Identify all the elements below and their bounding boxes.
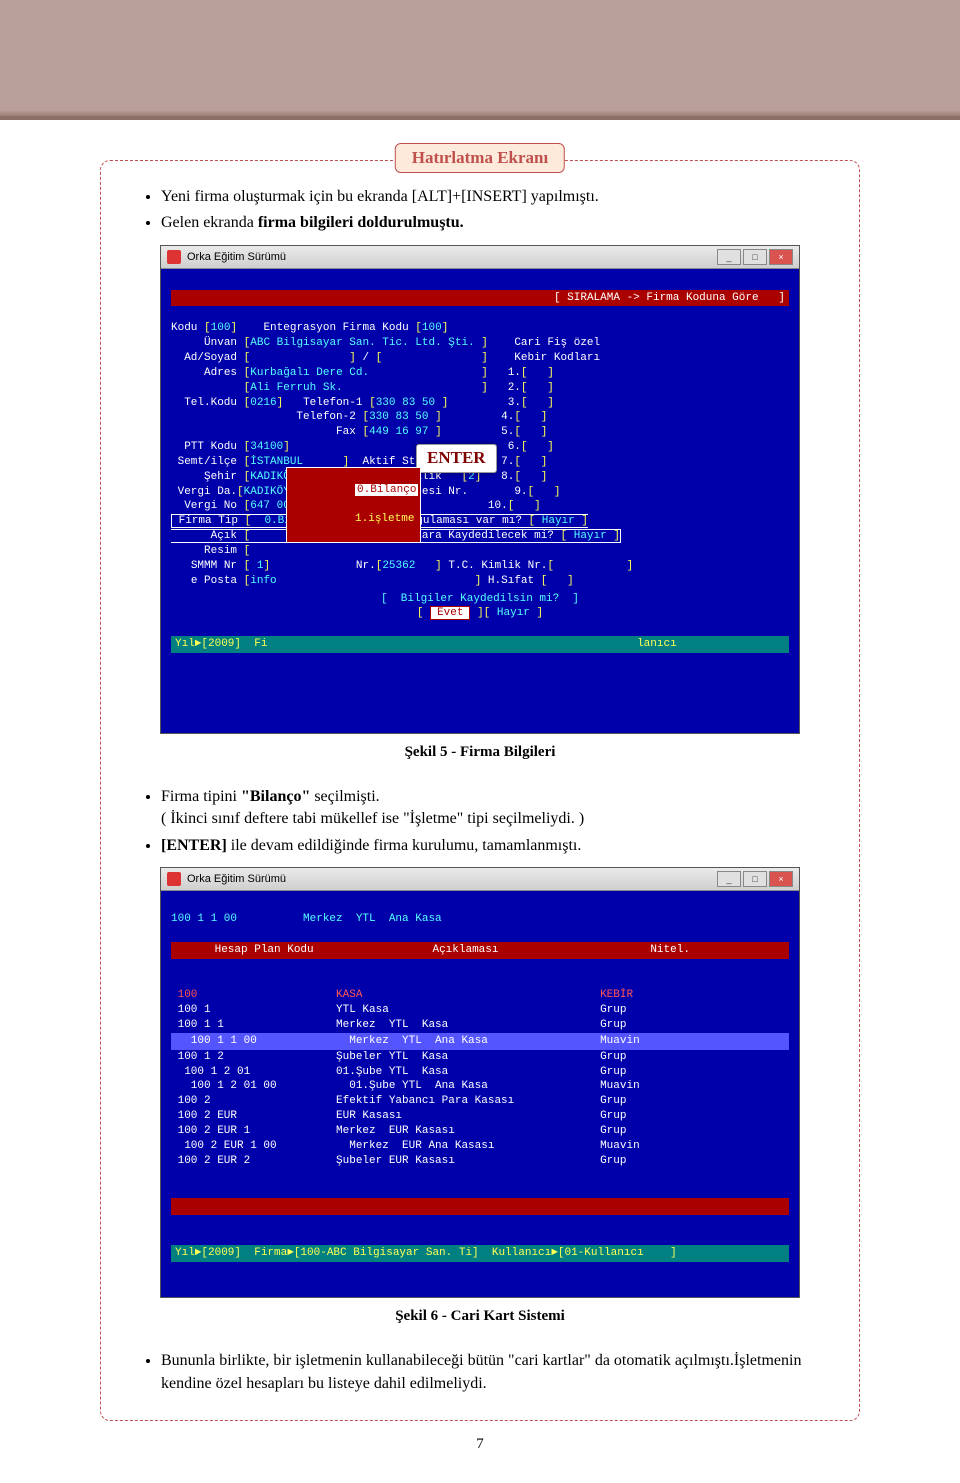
app-icon-2: [167, 872, 181, 886]
firma-statusbar: Yıl►[2009] Fi lanıcı: [171, 636, 789, 653]
table-row[interactable]: 100 2 EUR 1 00 Merkez EUR Ana Kasası Mua…: [171, 1139, 789, 1154]
telkodu-field[interactable]: 0216: [250, 397, 276, 409]
table-row[interactable]: 100 1 2 Şubeler YTL Kasa Grup: [171, 1050, 789, 1065]
table-row[interactable]: 100 1 2 01 01.Şube YTL Kasa Grup: [171, 1065, 789, 1080]
window-title-2: Orka Eğitim Sürümü: [187, 873, 286, 885]
app-icon: [167, 250, 181, 264]
titlebar-2: Orka Eğitim Sürümü _ □ ×: [161, 868, 799, 891]
table-row[interactable]: 100 1 1 00 Merkez YTL Ana Kasa Muavin: [171, 1033, 789, 1050]
adres2-field[interactable]: Ali Ferruh Sk.: [250, 382, 342, 394]
end-list: Bununla birlikte, bir işletmenin kullana…: [161, 1350, 849, 1395]
mid-item-2: [ENTER] ile devam edildiğinde firma kuru…: [161, 835, 849, 857]
minimize-button-2[interactable]: _: [717, 871, 741, 887]
firma-window: Orka Eğitim Sürümü _ □ × [ SIRALAMA -> F…: [160, 245, 800, 734]
window-title: Orka Eğitim Sürümü: [187, 251, 286, 263]
intro-item-2: Gelen ekranda firma bilgileri doldurulmu…: [161, 212, 849, 234]
hesap-rows: 100 KASA KEBİR 100 1 YTL Kasa Grup 100 1…: [171, 988, 789, 1168]
table-row[interactable]: 100 KASA KEBİR: [171, 988, 789, 1003]
adres1-field[interactable]: Kurbağalı Dere Cd.: [250, 367, 369, 379]
hayir-button[interactable]: Hayır: [497, 607, 530, 619]
table-row[interactable]: 100 2 EUR EUR Kasası Grup: [171, 1109, 789, 1124]
minimize-button[interactable]: _: [717, 249, 741, 265]
close-button-2[interactable]: ×: [769, 871, 793, 887]
tel1-field[interactable]: 330 83 50: [376, 397, 435, 409]
fax-field[interactable]: 449 16 97: [369, 426, 428, 438]
evet-button[interactable]: Evet: [430, 606, 470, 620]
table-row[interactable]: 100 2 EUR 1 Merkez EUR Kasası Grup: [171, 1124, 789, 1139]
hesap-window: Orka Eğitim Sürümü _ □ × 100 1 1 00 Merk…: [160, 867, 800, 1298]
hesap-top: 100 1 1 00 Merkez YTL Ana Kasa: [171, 913, 442, 925]
bilanco-opt-1[interactable]: 1.işletme: [355, 513, 414, 525]
table-row[interactable]: 100 2 EUR 2 Şubeler EUR Kasası Grup: [171, 1154, 789, 1169]
maximize-button[interactable]: □: [743, 249, 767, 265]
close-button[interactable]: ×: [769, 249, 793, 265]
tel2-field[interactable]: 330 83 50: [369, 411, 428, 423]
mid-item-1: Firma tipini "Bilanço" seçilmişti. ( İki…: [161, 786, 849, 831]
caption-5: Şekil 5 - Firma Bilgileri: [111, 744, 849, 761]
kodu-field[interactable]: 100: [211, 322, 231, 334]
unvan-field[interactable]: ABC Bilgisayar San. Tic. Ltd. Şti.: [250, 337, 474, 349]
entkodu-field[interactable]: 100: [422, 322, 442, 334]
caption-6: Şekil 6 - Cari Kart Sistemi: [111, 1308, 849, 1325]
save-dialog-question: [ Bilgiler Kaydedilsin mi? ]: [381, 593, 579, 605]
end-item-1: Bununla birlikte, bir işletmenin kullana…: [161, 1350, 849, 1395]
hesap-dos-area: 100 1 1 00 Merkez YTL Ana Kasa Hesap Pla…: [161, 891, 799, 1297]
eposta-field[interactable]: info: [250, 575, 276, 587]
table-row[interactable]: 100 1 YTL Kasa Grup: [171, 1003, 789, 1018]
sort-bar: [ SIRALAMA -> Firma Koduna Göre ]: [171, 290, 789, 307]
table-row[interactable]: 100 1 1 Merkez YTL Kasa Grup: [171, 1018, 789, 1033]
page-number: 7: [100, 1436, 860, 1453]
table-row[interactable]: 100 1 2 01 00 01.Şube YTL Ana Kasa Muavi…: [171, 1079, 789, 1094]
maximize-button-2[interactable]: □: [743, 871, 767, 887]
titlebar: Orka Eğitim Sürümü _ □ ×: [161, 246, 799, 269]
intro-item-1: Yeni firma oluşturmak için bu ekranda [A…: [161, 186, 849, 208]
enter-callout: ENTER: [416, 444, 497, 473]
nr-field[interactable]: 25362: [382, 560, 415, 572]
reminder-box: Hatırlatma Ekranı Yeni firma oluşturmak …: [100, 160, 860, 1421]
bilanco-dropdown[interactable]: 0.Bilanço 1.işletme: [286, 467, 421, 543]
table-row[interactable]: 100 2 Efektif Yabancı Para Kasası Grup: [171, 1094, 789, 1109]
ptt-field[interactable]: 34100: [250, 441, 283, 453]
vergida-field[interactable]: KADIKÖY: [244, 486, 290, 498]
firma-dos-area: [ SIRALAMA -> Firma Koduna Göre ] Kodu […: [161, 269, 799, 733]
reminder-badge: Hatırlatma Ekranı: [395, 143, 565, 173]
hesap-footer-bar: [171, 1198, 789, 1215]
hesap-statusbar: Yıl►[2009] Firma►[100-ABC Bilgisayar San…: [171, 1245, 789, 1262]
bilanco-opt-0[interactable]: 0.Bilanço: [355, 484, 418, 496]
hesap-header: Hesap Plan Kodu Açıklaması Nitel.: [171, 942, 789, 959]
mid-list: Firma tipini "Bilanço" seçilmişti. ( İki…: [161, 786, 849, 857]
page-header: [0, 0, 960, 120]
page-body: Hatırlatma Ekranı Yeni firma oluşturmak …: [0, 120, 960, 1483]
intro-list: Yeni firma oluşturmak için bu ekranda [A…: [161, 186, 849, 235]
